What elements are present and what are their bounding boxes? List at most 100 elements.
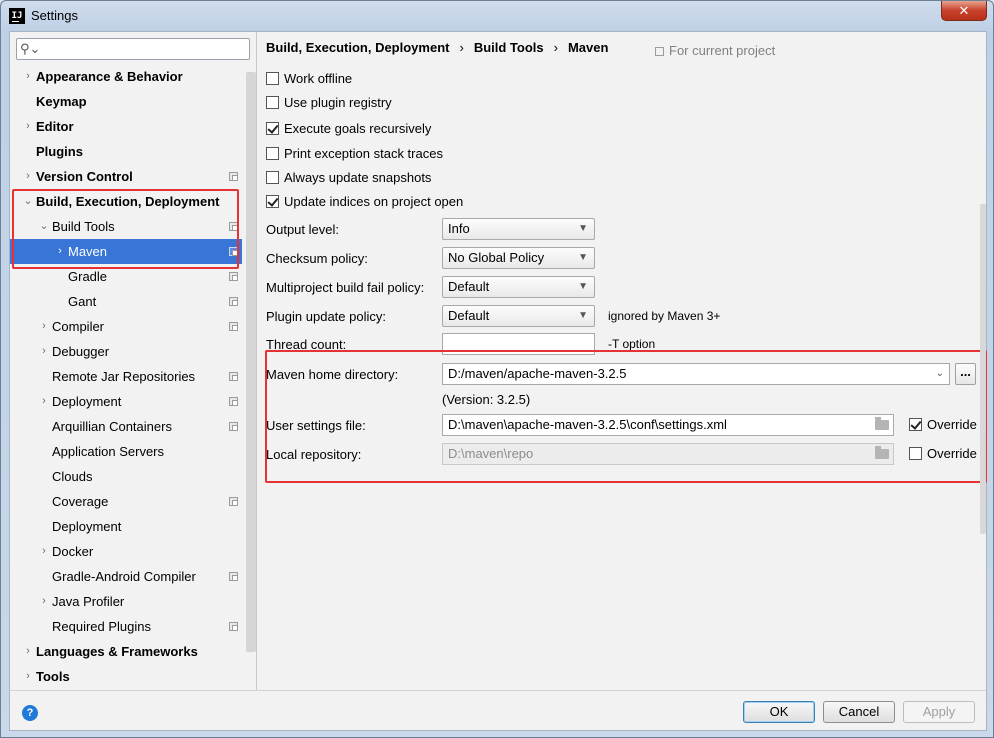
- chevron-down-icon[interactable]: ⌄: [22, 189, 34, 214]
- ok-button[interactable]: OK: [743, 701, 815, 723]
- tree-item[interactable]: Gradle: [10, 264, 242, 289]
- tree-item[interactable]: › Compiler: [10, 314, 242, 339]
- settings-navigation-panel: ⚲⌄ › Appearance & Behavior Keymap › Editor Pl…: [10, 32, 257, 690]
- tree-item[interactable]: Deployment: [10, 514, 242, 539]
- chevron-down-icon[interactable]: ⌄: [38, 214, 50, 239]
- checksum-policy-label: Checksum policy:: [266, 251, 368, 266]
- tree-item[interactable]: › Docker: [10, 539, 242, 564]
- project-scope-icon: [229, 497, 238, 506]
- chevron-down-icon: ▼: [578, 252, 588, 263]
- chevron-right-icon[interactable]: ›: [38, 539, 50, 564]
- execute-goals-recursively-checkbox[interactable]: [266, 122, 279, 135]
- tree-item[interactable]: Gradle-Android Compiler: [10, 564, 242, 589]
- help-icon[interactable]: ?: [22, 705, 38, 721]
- project-scope-icon: [229, 322, 238, 331]
- chevron-right-icon[interactable]: ›: [38, 589, 50, 614]
- tree-item-label: Gradle-Android Compiler: [52, 569, 196, 584]
- chevron-right-icon[interactable]: ›: [38, 314, 50, 339]
- tree-item[interactable]: › Java Profiler: [10, 589, 242, 614]
- tree-item[interactable]: Clouds: [10, 464, 242, 489]
- folder-icon: [875, 446, 889, 459]
- output-level-select[interactable]: Info ▼: [442, 218, 595, 240]
- local-repository-input: D:\maven\repo: [442, 443, 894, 465]
- update-indices-checkbox[interactable]: [266, 195, 279, 208]
- tree-item[interactable]: › Deployment: [10, 389, 242, 414]
- user-settings-value: D:\maven\apache-maven-3.2.5\conf\setting…: [448, 417, 727, 432]
- tree-item[interactable]: › Debugger: [10, 339, 242, 364]
- tree-item-label: Build Tools: [52, 219, 115, 234]
- chevron-right-icon[interactable]: ›: [38, 339, 50, 364]
- tree-item[interactable]: ⌄ Build Tools: [10, 214, 242, 239]
- tree-item[interactable]: › Appearance & Behavior: [10, 64, 242, 89]
- chevron-right-icon[interactable]: ›: [22, 664, 34, 689]
- chevron-down-icon: ▼: [578, 223, 588, 234]
- window-title: Settings: [31, 8, 78, 23]
- tree-item-label: Docker: [52, 544, 94, 559]
- thread-count-input[interactable]: [442, 333, 595, 355]
- always-update-snapshots-checkbox[interactable]: [266, 171, 279, 184]
- breadcrumb-separator: ›: [459, 40, 464, 55]
- scope-indicator: For current project: [655, 43, 775, 58]
- intellij-app-icon: IJ: [9, 8, 25, 24]
- maven-home-value: D:/maven/apache-maven-3.2.5: [448, 366, 627, 381]
- local-repository-override-checkbox[interactable]: [909, 447, 922, 460]
- user-settings-label: User settings file:: [266, 418, 366, 433]
- chevron-right-icon[interactable]: ›: [22, 164, 34, 189]
- multiproject-fail-policy-select[interactable]: Default ▼: [442, 276, 595, 298]
- work-offline-checkbox[interactable]: [266, 72, 279, 85]
- tree-item-label: Deployment: [52, 519, 122, 534]
- breadcrumb: Build, Execution, Deployment › Build Tools…: [266, 40, 608, 55]
- tree-scrollbar[interactable]: [246, 72, 256, 652]
- tree-item[interactable]: › Editor: [10, 114, 242, 139]
- tree-item[interactable]: › Tools: [10, 664, 242, 689]
- maven-home-browse-button[interactable]: ...: [955, 363, 976, 385]
- tree-item-label: Gant: [68, 294, 97, 309]
- search-icon: ⚲⌄: [20, 41, 41, 56]
- tree-item[interactable]: Plugins: [10, 139, 242, 164]
- close-button[interactable]: ✕: [941, 1, 987, 21]
- user-settings-input[interactable]: D:\maven\apache-maven-3.2.5\conf\setting…: [442, 414, 894, 436]
- multiproject-fail-policy-value: Default: [448, 279, 490, 294]
- local-repository-value: D:\maven\repo: [448, 446, 534, 461]
- maven-home-select[interactable]: D:/maven/apache-maven-3.2.5 ⌄: [442, 363, 950, 385]
- user-settings-override-checkbox[interactable]: [909, 418, 922, 431]
- chevron-right-icon[interactable]: ›: [22, 639, 34, 664]
- tree-item[interactable]: Gant: [10, 289, 242, 314]
- folder-icon[interactable]: [875, 417, 889, 430]
- tree-item-label: Gradle: [68, 269, 108, 284]
- checksum-policy-select[interactable]: No Global Policy ▼: [442, 247, 595, 269]
- use-plugin-registry-checkbox[interactable]: [266, 96, 279, 109]
- tree-item[interactable]: Arquillian Containers: [10, 414, 242, 439]
- plugin-update-policy-select[interactable]: Default ▼: [442, 305, 595, 327]
- tree-item-label: Required Plugins: [52, 619, 152, 634]
- chevron-right-icon[interactable]: ›: [22, 64, 34, 89]
- tree-item[interactable]: › Maven: [10, 239, 242, 264]
- project-scope-icon: [229, 572, 238, 581]
- tree-item[interactable]: Required Plugins: [10, 614, 242, 639]
- tree-item-label: Tools: [36, 669, 70, 684]
- cancel-button[interactable]: Cancel: [823, 701, 895, 723]
- tree-item[interactable]: Remote Jar Repositories: [10, 364, 242, 389]
- print-exception-stack-traces-label: Print exception stack traces: [284, 146, 443, 161]
- chevron-right-icon[interactable]: ›: [22, 114, 34, 139]
- tree-item-label: Languages & Frameworks: [36, 644, 198, 659]
- breadcrumb-item: Build, Execution, Deployment: [266, 40, 450, 55]
- chevron-right-icon[interactable]: ›: [38, 389, 50, 414]
- settings-search-input[interactable]: ⚲⌄: [16, 38, 250, 60]
- project-scope-icon: [229, 422, 238, 431]
- local-repository-label: Local repository:: [266, 447, 362, 462]
- print-exception-stack-traces-checkbox[interactable]: [266, 147, 279, 160]
- tree-item[interactable]: › Version Control: [10, 164, 242, 189]
- chevron-right-icon[interactable]: ›: [54, 239, 66, 264]
- tree-item-label: Appearance & Behavior: [36, 69, 183, 84]
- tree-item[interactable]: Coverage: [10, 489, 242, 514]
- tree-item[interactable]: ⌄ Build, Execution, Deployment: [10, 189, 242, 214]
- tree-item[interactable]: Application Servers: [10, 439, 242, 464]
- plugin-update-policy-hint: ignored by Maven 3+: [608, 309, 721, 323]
- tree-item[interactable]: › Languages & Frameworks: [10, 639, 242, 664]
- tree-item[interactable]: Keymap: [10, 89, 242, 114]
- tree-item-label: Arquillian Containers: [52, 419, 172, 434]
- panel-scrollbar[interactable]: [980, 204, 986, 534]
- title-bar[interactable]: IJ Settings ✕: [1, 1, 993, 31]
- apply-button: Apply: [903, 701, 975, 723]
